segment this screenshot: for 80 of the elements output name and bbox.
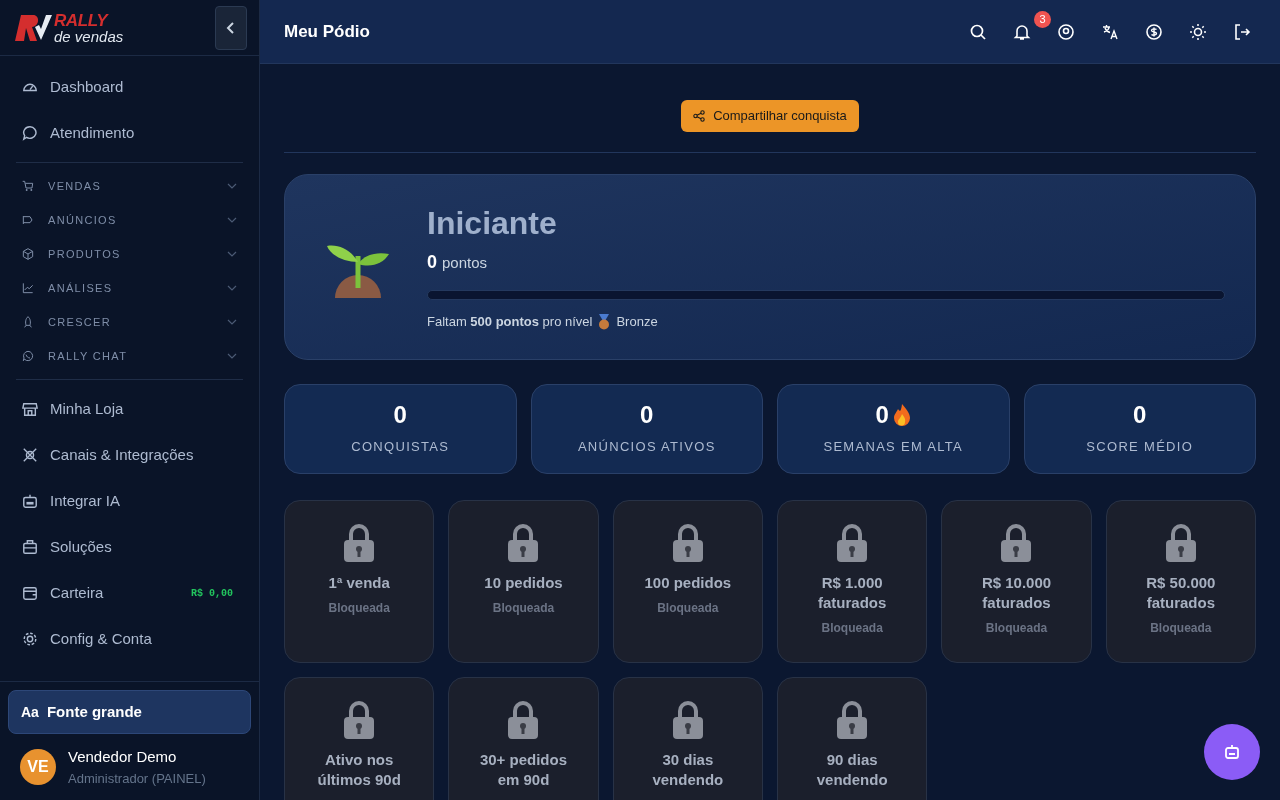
nav-item[interactable]: Carteira R$ 0,00 — [16, 570, 243, 616]
achievement-title: R$ 50.000 faturados — [1145, 573, 1217, 613]
level-name: Iniciante — [427, 203, 558, 243]
user-circle-icon — [1057, 22, 1075, 41]
logo-tagline: de vendas — [54, 28, 124, 44]
next-level-text: Faltam 500 pontos pro nível — [427, 312, 593, 331]
nav-item[interactable]: Config & Conta — [16, 616, 243, 662]
sun-icon — [1189, 22, 1207, 41]
stat-label: ANÚNCIOS ATIVOS — [577, 438, 716, 457]
points-label: pontos — [442, 252, 488, 273]
plug-icon — [22, 447, 38, 463]
megaphone-icon — [22, 214, 34, 226]
stat-label: CONQUISTAS — [351, 438, 450, 457]
nav-item[interactable]: Atendimento — [16, 110, 243, 156]
dollar-icon — [1145, 22, 1163, 41]
nav-item[interactable]: Minha Loja — [16, 386, 243, 432]
wallet-icon — [22, 585, 38, 601]
stat-value: 0 — [1133, 401, 1147, 430]
nav-section[interactable]: VENDAS — [16, 169, 243, 203]
achievement-title: Ativo nos últimos 90d — [316, 750, 402, 790]
points-value: 0 — [427, 250, 437, 274]
nav-section[interactable]: ANÚNCIOS — [16, 203, 243, 237]
achievement-status: Bloqueada — [1150, 620, 1212, 637]
stat-value: 0 — [875, 401, 889, 430]
nav-section[interactable]: ANÁLISES — [16, 271, 243, 305]
notification-count: 3 — [1034, 10, 1051, 28]
achievement-status: Bloqueada — [657, 600, 719, 617]
share-achievement-button[interactable]: Compartilhar conquista — [681, 100, 859, 132]
font-size-toggle[interactable]: Aa Fonte grande — [8, 690, 251, 734]
wallet-balance: R$ 0,00 — [191, 586, 234, 601]
logout-icon — [1233, 22, 1251, 41]
next-level-name: Bronze — [616, 312, 658, 331]
achievement-title: 30+ pedidos em 90d — [478, 750, 569, 790]
achievement-status: Bloqueada — [985, 620, 1048, 637]
share-icon — [693, 110, 706, 122]
achievement-title: 1ª venda — [327, 573, 391, 593]
stat-label: SEMANAS EM ALTA — [823, 438, 964, 457]
nav-item[interactable]: Canais & Integrações — [16, 432, 243, 478]
achievement-title: 90 dias vendendo — [815, 750, 889, 790]
page-title: Meu Pódio — [284, 20, 370, 43]
stat-label: SCORE MÉDIO — [1086, 438, 1194, 457]
robot-icon — [22, 493, 38, 509]
nav-section[interactable]: RALLY CHAT — [16, 339, 243, 373]
achievement-title: 100 pedidos — [643, 573, 733, 593]
store-icon — [22, 401, 38, 417]
robot-icon — [1223, 743, 1241, 761]
logo-mark — [13, 12, 53, 43]
achievement-title: R$ 1.000 faturados — [817, 573, 888, 613]
achievement-status: Bloqueada — [492, 600, 555, 617]
whatsapp-icon — [22, 350, 34, 362]
rocket-icon — [22, 316, 34, 328]
cart-icon — [22, 180, 34, 192]
briefcase-icon — [22, 539, 38, 555]
search-icon — [969, 22, 987, 41]
nav-item[interactable]: Integrar IA — [16, 478, 243, 524]
stat-value: 0 — [640, 401, 654, 430]
achievement-title: 10 pedidos — [483, 573, 564, 593]
nav-item[interactable]: Dashboard — [16, 64, 243, 110]
assistant-button[interactable] — [1204, 724, 1260, 780]
chevron-left-icon — [225, 20, 237, 35]
achievement-title: 30 dias vendendo — [651, 750, 725, 790]
logo-brand: RALLY — [54, 11, 110, 29]
achievement-status: Bloqueada — [328, 600, 390, 617]
achievement-status: Bloqueada — [821, 620, 883, 637]
user-avatar: VE — [20, 749, 56, 785]
stat-value: 0 — [393, 401, 407, 430]
user-name: Vendedor Demo — [68, 747, 178, 767]
medal-icon — [597, 313, 612, 330]
user-role: Administrador (PAINEL) — [68, 769, 206, 788]
collapse-button[interactable] — [215, 5, 247, 50]
settings-icon — [22, 631, 38, 647]
chat-icon — [22, 125, 38, 141]
translate-icon — [1101, 22, 1119, 41]
box-icon — [22, 248, 34, 260]
bell-icon — [1013, 22, 1031, 41]
nav-item[interactable]: Soluções — [16, 524, 243, 570]
nav-section[interactable]: CRESCER — [16, 305, 243, 339]
nav-section[interactable]: PRODUTOS — [16, 237, 243, 271]
chart-icon — [22, 282, 34, 294]
achievement-title: R$ 10.000 faturados — [980, 573, 1053, 613]
